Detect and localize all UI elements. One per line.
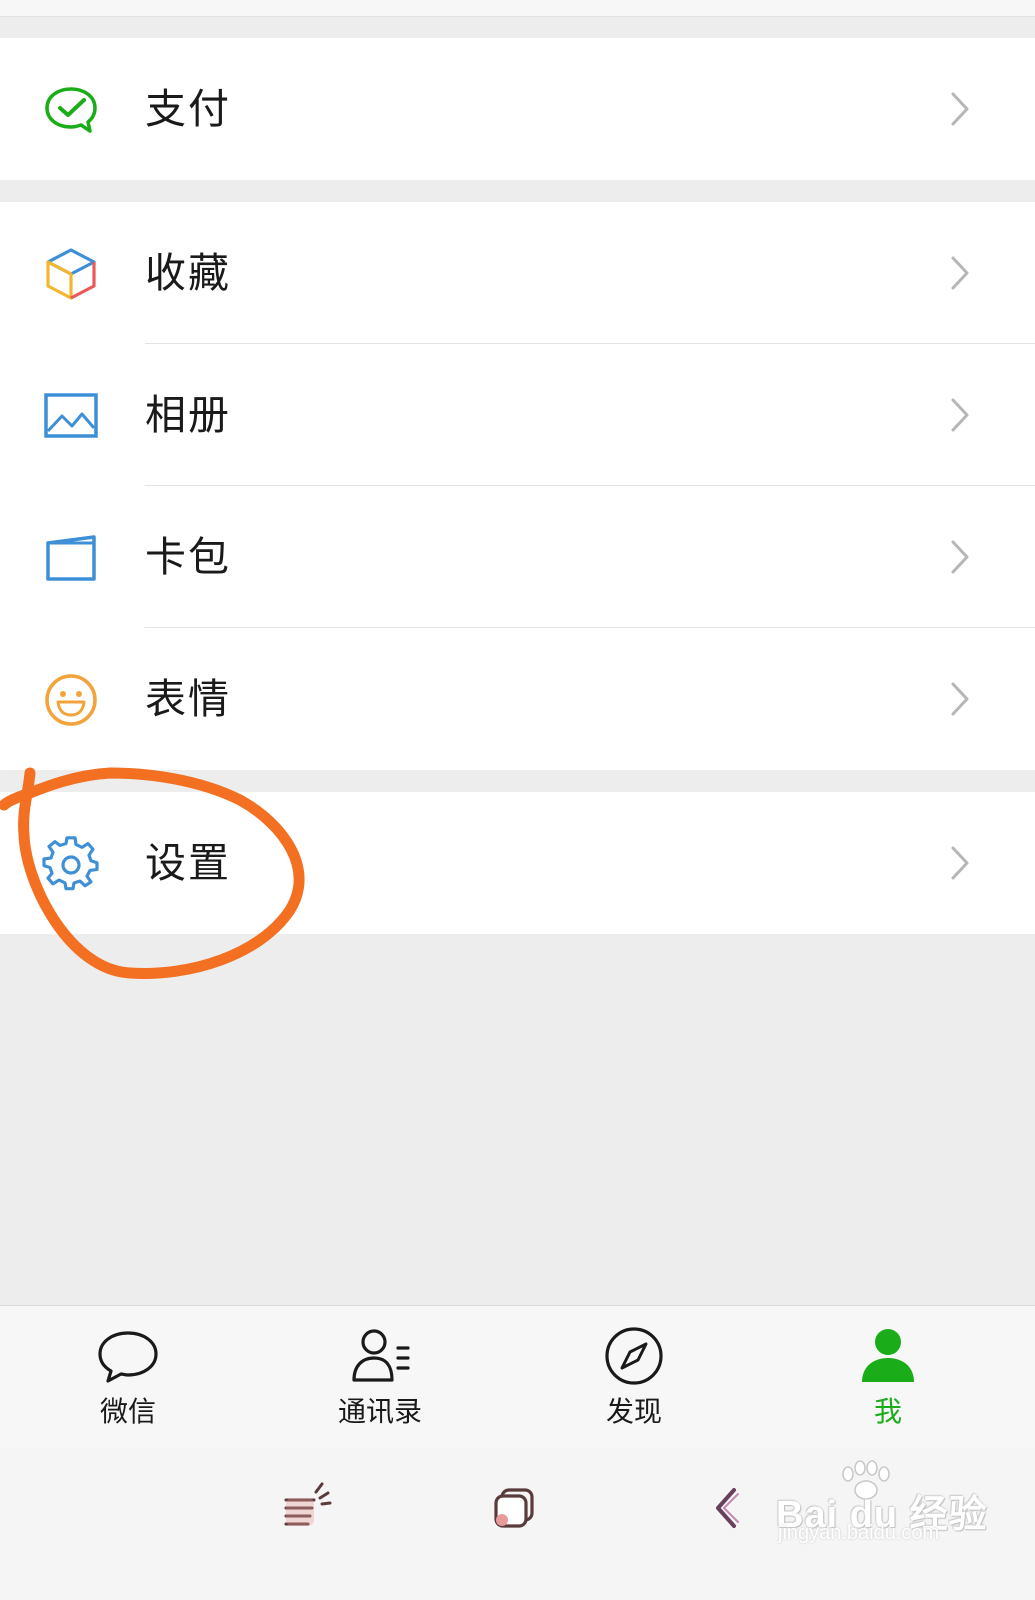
compass-icon [602, 1324, 666, 1388]
smiley-face-icon [42, 671, 100, 729]
tab-me[interactable]: 我 [788, 1306, 988, 1448]
contacts-icon [348, 1324, 412, 1388]
chevron-right-icon [945, 840, 973, 886]
chevron-right-icon [945, 534, 973, 580]
tab-label: 我 [873, 1395, 902, 1428]
menu-group-main: 收藏 相册 卡包 表情 [0, 202, 1035, 770]
menu-group-settings: 设置 [0, 792, 1035, 934]
menu-item-cards[interactable]: 卡包 [0, 486, 1035, 628]
menu-item-label: 卡包 [145, 533, 231, 581]
tab-contacts[interactable]: 通讯录 [280, 1306, 480, 1448]
back-icon[interactable] [698, 1478, 758, 1538]
gear-icon [42, 835, 100, 893]
chevron-right-icon [945, 250, 973, 296]
menu-item-label: 设置 [145, 839, 231, 887]
album-picture-icon [42, 387, 100, 445]
tab-label: 发现 [605, 1395, 662, 1428]
card-wallet-icon [42, 529, 100, 587]
menu-item-favorites[interactable]: 收藏 [0, 202, 1035, 344]
tab-chats[interactable]: 微信 [28, 1306, 228, 1448]
menu-item-label: 相册 [145, 391, 231, 439]
menu-item-label: 支付 [145, 85, 231, 133]
menu-item-pay[interactable]: 支付 [0, 38, 1035, 180]
tab-label: 微信 [99, 1395, 156, 1428]
tab-label: 通讯录 [337, 1395, 422, 1428]
chevron-right-icon [945, 392, 973, 438]
chevron-right-icon [945, 86, 973, 132]
chat-bubble-icon [96, 1324, 160, 1388]
wechat-pay-icon [42, 81, 100, 139]
chevron-right-icon [945, 676, 973, 722]
menu-item-label: 收藏 [145, 249, 231, 297]
menu-item-album[interactable]: 相册 [0, 344, 1035, 486]
menu-item-stickers[interactable]: 表情 [0, 628, 1035, 770]
tab-discover[interactable]: 发现 [534, 1306, 734, 1448]
menu-icon[interactable] [278, 1478, 338, 1538]
top-strip [0, 0, 1035, 17]
menu-group-pay: 支付 [0, 38, 1035, 180]
favorites-cube-icon [42, 245, 100, 303]
person-icon [856, 1324, 920, 1388]
bottom-tab-bar: 微信 通讯录 发现 我 [0, 1305, 1035, 1449]
home-icon[interactable] [486, 1478, 546, 1538]
menu-item-settings[interactable]: 设置 [0, 792, 1035, 934]
watermark-url: jingyan.baidu.com [778, 1522, 940, 1544]
menu-item-label: 表情 [145, 675, 231, 723]
